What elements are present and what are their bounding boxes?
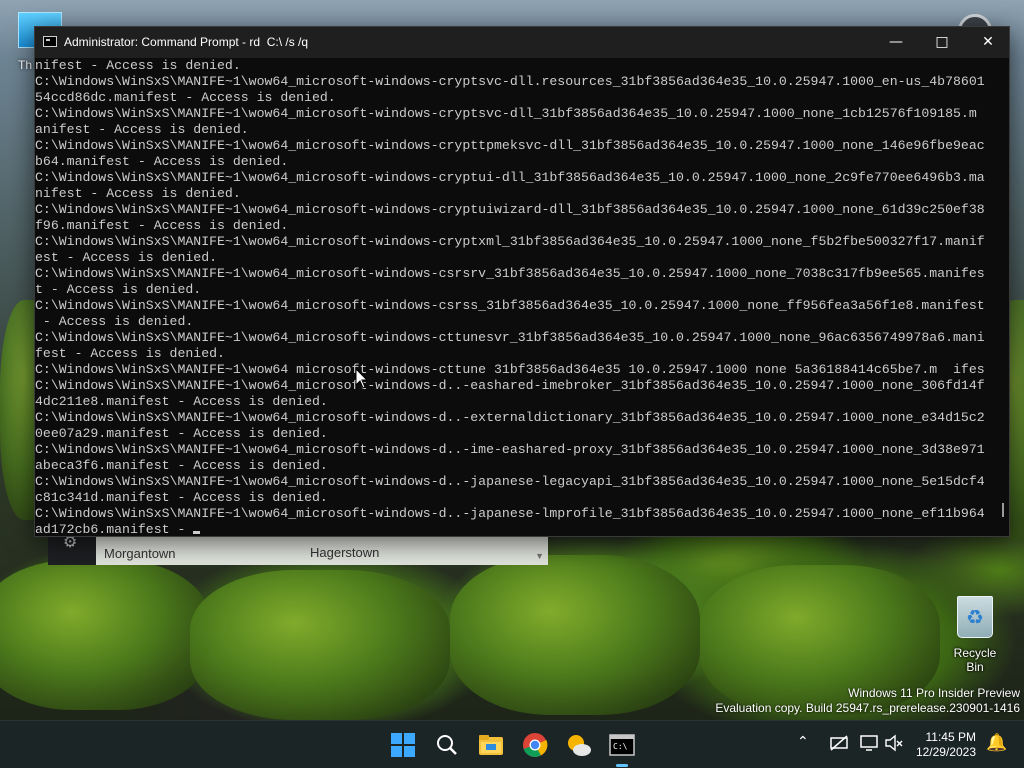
console-line: b64.manifest - Access is denied.	[35, 154, 289, 169]
recycle-bin-icon: ♻	[957, 596, 993, 638]
recycle-bin[interactable]: ♻ Recycle Bin	[944, 596, 1006, 674]
console-line: c81c341d.manifest - Access is denied.	[35, 490, 328, 505]
evaluation-watermark: Windows 11 Pro Insider Preview Evaluatio…	[715, 686, 1020, 716]
console-line: C:\Windows\WinSxS\MANIFE~1\wow64_microso…	[35, 74, 985, 89]
console-line: C:\Windows\WinSxS\MANIFE~1\wow64_microso…	[35, 330, 985, 345]
console-line: anifest - Access is denied.	[35, 122, 249, 137]
display-icon[interactable]	[860, 734, 880, 756]
console-line: 54ccd86dc.manifest - Access is denied.	[35, 90, 336, 105]
console-line: C:\Windows\WinSxS\MANIFE~1\wow64_microso…	[35, 442, 985, 457]
svg-text:C:\: C:\	[613, 742, 628, 751]
command-prompt-icon	[43, 36, 57, 47]
console-line: C:\Windows\WinSxS\MANIFE~1\wow64_microso…	[35, 410, 985, 425]
console-line: C:\Windows\WinSxS\MANIFE~1\wow64_microso…	[35, 506, 985, 521]
console-line: C:\Windows\WinSxS\MANIFE~1\wow64_microso…	[35, 138, 985, 153]
maximize-button[interactable]: □	[919, 27, 965, 58]
watermark-line-2: Evaluation copy. Build 25947.rs_prerelea…	[715, 701, 1020, 715]
console-line: C:\Windows\WinSxS\MANIFE~1\wow64_microso…	[35, 266, 985, 281]
taskbar: C:\ ⌃ 11:45 PM 12/29/2023 🔔	[0, 720, 1024, 768]
chrome-icon[interactable]	[519, 729, 551, 761]
mouse-pointer-icon	[355, 368, 369, 389]
console-line: nifest - Access is denied.	[35, 186, 241, 201]
volume-muted-icon[interactable]	[884, 734, 904, 756]
search-icon[interactable]	[431, 729, 463, 761]
console-line: C:\Windows\WinSxS\MANIFE~1\wow64_microso…	[35, 234, 985, 249]
console-line: ad172cb6.manifest -	[35, 522, 997, 536]
window-title: Administrator: Command Prompt - rd C:\ /…	[64, 35, 309, 49]
command-prompt-icon[interactable]: C:\	[606, 729, 638, 761]
active-app-indicator	[616, 764, 628, 767]
console-line: C:\Windows\WinSxS\MANIFE~1\wow64_microso…	[35, 378, 985, 393]
file-explorer-icon[interactable]	[475, 729, 507, 761]
console-line: C:\Windows\WinSxS\MANIFE~1\wow64_microso…	[35, 474, 985, 489]
clock-time: 11:45 PM	[925, 730, 976, 744]
chevron-up-icon[interactable]: ⌃	[797, 734, 809, 750]
window-titlebar[interactable]: Administrator: Command Prompt - rd C:\ /…	[35, 27, 1009, 58]
text-cursor	[193, 531, 201, 534]
wallpaper-rock	[450, 555, 700, 715]
watermark-line-1: Windows 11 Pro Insider Preview	[848, 686, 1020, 700]
console-line: f96.manifest - Access is denied.	[35, 218, 289, 233]
command-prompt-window[interactable]: Administrator: Command Prompt - rd C:\ /…	[34, 26, 1010, 537]
minimize-button[interactable]: —	[873, 27, 919, 58]
map-city-label: Hagerstown	[310, 545, 380, 560]
map-city-label: Morgantown	[104, 546, 176, 561]
console-line: C:\Windows\WinSxS\MANIFE~1\wow64 microso…	[35, 362, 985, 377]
bell-icon[interactable]: 🔔	[986, 733, 1007, 753]
scrollbar-thumb[interactable]	[1002, 503, 1004, 517]
system-clock[interactable]: 11:45 PM 12/29/2023	[912, 730, 976, 760]
scroll-down-icon[interactable]: ▼	[535, 551, 544, 561]
console-line: abeca3f6.manifest - Access is denied.	[35, 458, 328, 473]
wallpaper-rock	[0, 560, 210, 710]
console-line: est - Access is denied.	[35, 250, 218, 265]
console-line: fest - Access is denied.	[35, 346, 225, 361]
desktop-shortcut-label[interactable]: Th	[18, 58, 32, 72]
clock-date: 12/29/2023	[915, 745, 976, 759]
network-icon[interactable]	[829, 734, 849, 756]
wallpaper-rock	[190, 570, 450, 720]
console-line: C:\Windows\WinSxS\MANIFE~1\wow64_microso…	[35, 170, 985, 185]
weather-icon[interactable]	[563, 729, 595, 761]
console-line: - Access is denied.	[35, 314, 194, 329]
console-line: nifest - Access is denied.	[35, 58, 241, 73]
console-line: C:\Windows\WinSxS\MANIFE~1\wow64_microso…	[35, 106, 977, 121]
console-line: 0ee07a29.manifest - Access is denied.	[35, 426, 328, 441]
recycle-bin-label: Recycle Bin	[953, 646, 997, 674]
console-line: 4dc211e8.manifest - Access is denied.	[35, 394, 328, 409]
console-line: C:\Windows\WinSxS\MANIFE~1\wow64_microso…	[35, 298, 985, 313]
console-output[interactable]: nifest - Access is denied. C:\Windows\Win…	[35, 58, 997, 536]
console-line: t - Access is denied.	[35, 282, 202, 297]
close-button[interactable]: ✕	[965, 27, 1011, 58]
console-line: C:\Windows\WinSxS\MANIFE~1\wow64_microso…	[35, 202, 985, 217]
windows-start-icon[interactable]	[387, 729, 419, 761]
